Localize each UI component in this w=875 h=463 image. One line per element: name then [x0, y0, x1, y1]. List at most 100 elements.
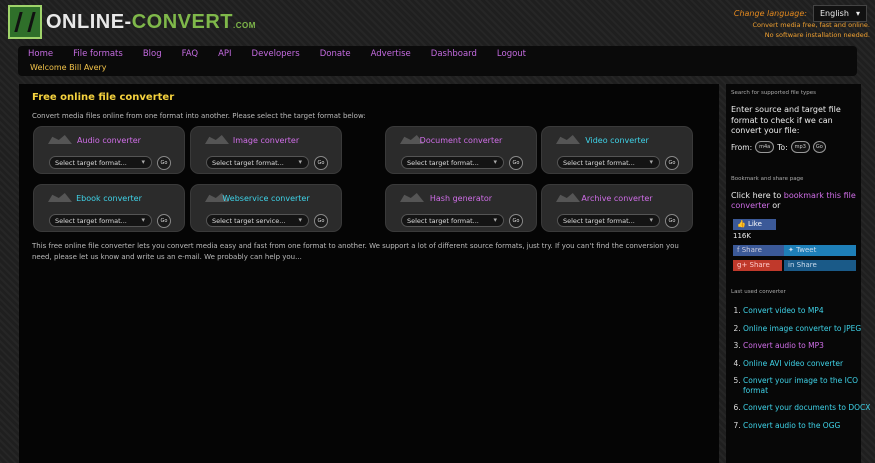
like-count: 116K	[733, 232, 751, 240]
description-text: This free online file converter lets you…	[32, 242, 679, 261]
welcome-message: Welcome Bill Avery	[30, 63, 107, 72]
nav-developers[interactable]: Developers	[252, 49, 300, 59]
last-used-link-docx[interactable]: Convert your documents to DOCX	[743, 403, 870, 412]
twitter-tweet-button[interactable]: ✦ Tweet	[784, 245, 856, 256]
card-title: Hash generator	[429, 194, 493, 203]
webservice-converter-card: Webservice converter Select target servi…	[190, 184, 342, 232]
card-title: Ebook converter	[76, 194, 142, 203]
last-used-list: Convert video to MP4 Online image conver…	[731, 306, 871, 438]
share-label: Share	[741, 246, 762, 254]
target-format-select[interactable]: Select target format...	[49, 214, 152, 227]
like-label: Like	[747, 220, 762, 228]
target-format-select[interactable]: Select target format...	[49, 156, 152, 169]
card-title: Image converter	[232, 136, 300, 145]
last-used-link-avi[interactable]: Online AVI video converter	[743, 359, 843, 368]
target-format-select[interactable]: Select target format...	[401, 156, 504, 169]
go-button[interactable]: Go	[665, 214, 679, 228]
last-used-link-jpeg[interactable]: Online image converter to JPEG	[743, 324, 861, 333]
nav-blog[interactable]: Blog	[143, 49, 162, 59]
go-button[interactable]: Go	[509, 156, 523, 170]
last-used-heading: Last used converter	[731, 289, 786, 295]
chevron-down-icon: ▾	[855, 9, 860, 18]
last-used-link-ico[interactable]: Convert your image to the ICO format	[743, 376, 858, 395]
last-used-link-mp3[interactable]: Convert audio to MP3	[743, 341, 824, 350]
target-format-select[interactable]: Select target format...	[401, 214, 504, 227]
ebook-converter-card: Ebook converter Select target format... …	[33, 184, 185, 232]
search-go-button[interactable]: Go	[812, 141, 826, 153]
bookmark-suffix: or	[772, 201, 781, 210]
logo-text: ONLINE-CONVERT.COM	[46, 11, 256, 34]
last-used-item: Convert your image to the ICO format	[743, 376, 871, 395]
nav-file-formats[interactable]: File formats	[73, 49, 123, 59]
google-plus-icon: g+	[737, 261, 748, 269]
last-used-item: Convert your documents to DOCX	[743, 403, 871, 413]
nav-donate[interactable]: Donate	[320, 49, 351, 59]
last-used-item: Convert video to MP4	[743, 306, 871, 316]
nav-logout[interactable]: Logout	[497, 49, 526, 59]
target-format-select[interactable]: Select target format...	[557, 156, 660, 169]
last-used-item: Online AVI video converter	[743, 359, 871, 369]
card-title: Audio converter	[77, 136, 141, 145]
from-label: From:	[731, 142, 753, 152]
card-title: Webservice converter	[222, 194, 310, 203]
last-used-link-mp4[interactable]: Convert video to MP4	[743, 306, 824, 315]
card-title: Video converter	[585, 136, 649, 145]
archive-converter-card: Archive converter Select target format..…	[541, 184, 693, 232]
page-title: Free online file converter	[32, 92, 175, 103]
logo-text-com: .COM	[233, 20, 256, 30]
facebook-icon: f	[737, 246, 740, 254]
facebook-like-button[interactable]: 👍 Like	[733, 219, 776, 230]
nav-advertise[interactable]: Advertise	[371, 49, 411, 59]
target-service-select[interactable]: Select target service...	[206, 214, 309, 227]
linkedin-share-label: Share	[796, 261, 817, 269]
bookmark-heading: Bookmark and share page	[731, 176, 804, 182]
to-label: To:	[777, 142, 788, 152]
thumbs-up-icon: 👍	[737, 220, 746, 228]
main-nav: Home File formats Blog FAQ API Developer…	[18, 46, 857, 76]
document-converter-card: Document converter Select target format.…	[385, 126, 537, 174]
go-button[interactable]: Go	[509, 214, 523, 228]
tweet-label: Tweet	[796, 246, 817, 254]
card-title: Document converter	[419, 136, 503, 145]
last-used-item: Online image converter to JPEG	[743, 324, 871, 334]
tagline: Convert media free, fast and online. No …	[753, 20, 871, 40]
audio-converter-card: Audio converter Select target format... …	[33, 126, 185, 174]
nav-home[interactable]: Home	[28, 49, 53, 59]
nav-api[interactable]: API	[218, 49, 231, 59]
nav-faq[interactable]: FAQ	[182, 49, 198, 59]
go-button[interactable]: Go	[314, 156, 328, 170]
hash-generator-card: Hash generator Select target format... G…	[385, 184, 537, 232]
to-field[interactable]: mp3	[790, 141, 810, 153]
language-value: English	[820, 9, 849, 18]
card-title: Archive converter	[581, 194, 653, 203]
search-text: Enter source and target file format to c…	[731, 105, 841, 135]
go-button[interactable]: Go	[157, 214, 171, 228]
language-label: Change language:	[733, 9, 807, 18]
intro-text: Convert media files online from one form…	[32, 112, 366, 120]
video-converter-card: Video converter Select target format... …	[541, 126, 693, 174]
bookmark-text: Click here to bookmark this file convert…	[731, 191, 856, 211]
main-content: Free online file converter Convert media…	[19, 84, 719, 463]
google-share-label: Share	[749, 261, 770, 269]
nav-dashboard[interactable]: Dashboard	[431, 49, 477, 59]
image-converter-card: Image converter Select target format... …	[190, 126, 342, 174]
tagline-line-2: No software installation needed.	[764, 31, 870, 39]
logo-figure-icon	[8, 5, 42, 39]
target-format-select[interactable]: Select target format...	[557, 214, 660, 227]
bookmark-prefix: Click here to	[731, 191, 782, 200]
target-format-select[interactable]: Select target format...	[206, 156, 309, 169]
twitter-bird-icon: ✦	[788, 246, 794, 254]
go-button[interactable]: Go	[157, 156, 171, 170]
go-button[interactable]: Go	[314, 214, 328, 228]
linkedin-share-button[interactable]: in Share	[784, 260, 856, 271]
site-logo[interactable]: ONLINE-CONVERT.COM	[8, 5, 256, 39]
search-heading: Search for supported file types	[731, 90, 816, 96]
logo-text-online: ONLINE-	[46, 10, 132, 33]
go-button[interactable]: Go	[665, 156, 679, 170]
sidebar: Search for supported file types Enter so…	[726, 84, 870, 463]
from-field[interactable]: m4a	[755, 141, 775, 153]
logo-text-convert: CONVERT	[131, 10, 234, 33]
last-used-item: Convert audio to the OGG	[743, 421, 871, 431]
google-share-button[interactable]: g+ Share	[733, 260, 782, 271]
last-used-link-ogg[interactable]: Convert audio to the OGG	[743, 421, 840, 430]
